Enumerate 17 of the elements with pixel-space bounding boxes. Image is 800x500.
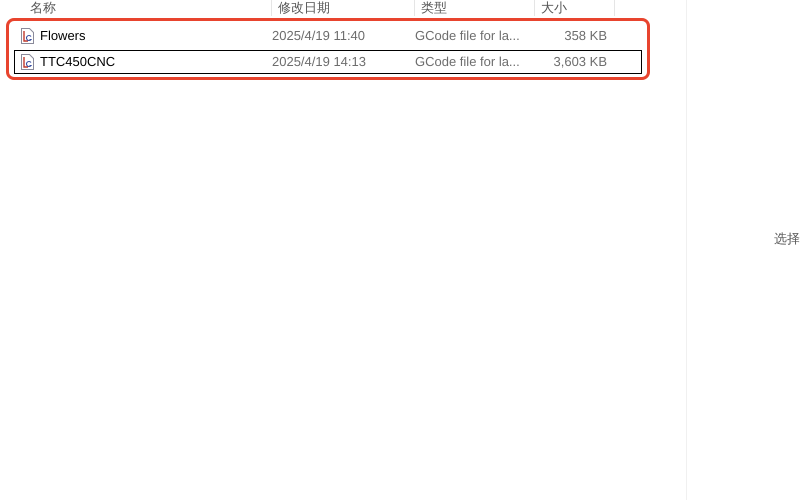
file-name: TTC450CNC xyxy=(40,53,116,72)
column-header[interactable]: 大小 xyxy=(535,0,615,16)
file-type: GCode file for la... xyxy=(415,27,521,46)
file-size: 3,603 KB xyxy=(552,53,607,72)
file-name: Flowers xyxy=(40,27,86,46)
column-header[interactable]: 名称 xyxy=(0,0,272,16)
modified-date: 2025/4/19 14:13 xyxy=(272,53,367,72)
modified-date: 2025/4/19 11:40 xyxy=(272,27,366,46)
column-header[interactable]: 修改日期 xyxy=(272,0,415,16)
preview-message: 选择 xyxy=(774,230,800,248)
file-type: GCode file for la... xyxy=(415,53,521,72)
file-size: 358 KB xyxy=(563,27,607,46)
file-icon xyxy=(21,54,34,70)
column-header[interactable]: 类型 xyxy=(415,0,535,16)
file-row[interactable]: TTC450CNC 2025/4/19 14:13 GCode file for la... 3,603 KB xyxy=(14,50,642,74)
file-row[interactable]: Flowers 2025/4/19 11:40 GCode file for la... 358 KB xyxy=(14,24,642,48)
file-icon xyxy=(21,28,34,44)
